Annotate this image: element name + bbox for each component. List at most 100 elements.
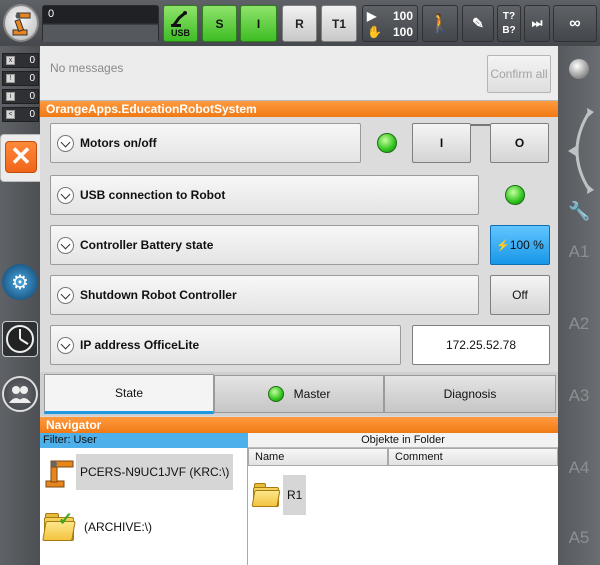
tab-bar: State Master Diagnosis (40, 372, 558, 416)
chevron-down-icon[interactable] (57, 134, 74, 152)
folder-contents: Objekte in Folder Name Comment R1 (248, 433, 558, 565)
tool-icon: ✎ (472, 15, 484, 31)
tab-state[interactable]: State (44, 374, 214, 414)
base-label: B? (502, 24, 516, 36)
ip-address-value[interactable]: 172.25.52.78 (412, 325, 550, 365)
file-item-label: R1 (283, 475, 307, 515)
battery-row[interactable]: Controller Battery state (50, 225, 479, 265)
main-area: No messages Confirm all OrangeApps.Educa… (40, 46, 558, 565)
users-glyph (9, 386, 31, 403)
app-panel: Motors on/off I O USB connection to Robo… (40, 117, 558, 372)
globe-icon[interactable] (569, 59, 589, 79)
chevron-down-icon[interactable] (57, 286, 74, 304)
configuration-gear-icon[interactable]: ⚙ (2, 264, 38, 300)
tab-diagnosis[interactable]: Diagnosis (384, 375, 556, 413)
file-item-r1[interactable]: R1 (251, 475, 307, 515)
files-title: Objekte in Folder (248, 433, 558, 448)
shutdown-label: Shutdown Robot Controller (80, 288, 237, 302)
program-run-mode-button[interactable]: 🚶 (422, 5, 458, 42)
close-icon[interactable]: ✕ (5, 141, 37, 173)
motors-off-button[interactable]: O (490, 123, 549, 163)
fast-forward-icon: ⏭ (531, 16, 543, 30)
active-tool-button[interactable]: ✎ (462, 5, 494, 42)
drives-on-button[interactable]: I (240, 5, 277, 42)
archive-folder-icon: ✓ (42, 509, 76, 541)
ip-address-row[interactable]: IP address OfficeLite (50, 325, 401, 365)
incremental-jog-button[interactable]: ⏭ (524, 5, 550, 42)
axis-a4-label[interactable]: A4 (558, 458, 600, 478)
confirm-all-button[interactable]: Confirm all (487, 55, 551, 93)
info-message-icon: i (6, 92, 15, 101)
program-status-field[interactable]: 0 (42, 5, 159, 42)
toggle-connector (471, 124, 490, 126)
tree-item-label: PCERS-N9UC1JVF (KRC:\) (76, 454, 234, 490)
ack-message-count[interactable]: x0 (2, 53, 39, 68)
tool-label: T? (502, 10, 516, 22)
shutdown-row[interactable]: Shutdown Robot Controller (50, 275, 479, 315)
robot-tool-icon[interactable]: 🔧 (568, 201, 590, 223)
robot-interpreter-button[interactable]: R (282, 5, 317, 42)
jog-override-value: 100 (392, 24, 413, 39)
master-status-led (267, 386, 284, 402)
status-value: 0 (43, 6, 158, 24)
robot-usb-icon (170, 11, 187, 27)
submit-interpreter-button[interactable]: S (202, 5, 237, 42)
folder-tree: Filter: User PCERS-N9UC1JVF (KRC:\) ✓ (A… (40, 433, 248, 565)
tree-item-archive[interactable]: ✓ (ARCHIVE:\) (40, 509, 156, 541)
usb-label: USB (170, 28, 190, 38)
battery-charge-icon: ⚡ (496, 239, 510, 252)
info-message-count[interactable]: i0 (2, 89, 39, 104)
chevron-down-icon[interactable] (57, 186, 74, 204)
play-icon: ▶ (367, 8, 377, 23)
tree-item-krc[interactable]: PCERS-N9UC1JVF (KRC:\) (40, 454, 234, 490)
axis-a2-label[interactable]: A2 (558, 314, 600, 334)
motors-label: Motors on/off (80, 136, 157, 150)
walking-person-icon: 🚶 (428, 13, 452, 33)
chevron-down-icon[interactable] (57, 336, 74, 354)
tab-master-label: Master (293, 387, 331, 401)
program-override-value: 100 (392, 8, 413, 23)
user-group-icon[interactable] (2, 376, 38, 412)
usb-connection-label: USB connection to Robot (80, 188, 226, 202)
usb-status-led (505, 185, 525, 205)
continuous-jog-button[interactable]: ∞ (553, 5, 597, 42)
left-sidebar: x0 ! 0 i0 <0 ✕ ⚙ (0, 46, 42, 565)
jog-hand-icon: ✋ (367, 24, 382, 39)
column-header-name[interactable]: Name (248, 448, 388, 466)
navigator-title: Navigator (40, 417, 558, 433)
close-app-tab[interactable]: ✕ (0, 134, 42, 182)
operating-mode-button[interactable]: T1 (321, 5, 357, 42)
main-menu-robot-button[interactable] (3, 4, 39, 42)
tab-master[interactable]: Master (214, 375, 384, 413)
tool-base-button[interactable]: T? B? (497, 5, 521, 42)
app-title: OrangeApps.EducationRobotSystem (40, 101, 558, 117)
robot-arm-icon (12, 12, 31, 36)
status-progress (43, 25, 158, 42)
state-message-icon: ! (6, 74, 15, 83)
override-speed-button[interactable]: ▶ 100 ✋ 100 (362, 5, 418, 42)
navigator-panel: Filter: User PCERS-N9UC1JVF (KRC:\) ✓ (A… (40, 433, 558, 565)
motors-status-led (377, 133, 397, 153)
wait-message-icon: < (6, 110, 15, 119)
column-header-comment[interactable]: Comment (388, 448, 558, 466)
battery-status-button[interactable]: ⚡ 100 % (490, 225, 550, 265)
message-window: No messages Confirm all (40, 46, 558, 101)
usb-robot-button[interactable]: USB (163, 5, 198, 42)
no-messages-text: No messages (50, 61, 124, 75)
chevron-down-icon[interactable] (57, 236, 74, 254)
axis-a5-label[interactable]: A5 (558, 528, 600, 548)
right-jog-sidebar: 🔧 A1 A2 A3 A4 A5 (558, 46, 600, 565)
axis-a1-label[interactable]: A1 (558, 242, 600, 262)
clock-icon[interactable] (2, 321, 38, 357)
ack-message-icon: x (6, 56, 15, 65)
jog-ring-icon[interactable] (562, 106, 596, 196)
state-message-count[interactable]: ! 0 (2, 71, 39, 86)
motors-on-button[interactable]: I (412, 123, 471, 163)
shutdown-off-button[interactable]: Off (490, 275, 550, 315)
clock-face (6, 325, 34, 353)
usb-connection-row[interactable]: USB connection to Robot (50, 175, 479, 215)
axis-a3-label[interactable]: A3 (558, 386, 600, 406)
wait-message-count[interactable]: <0 (2, 107, 39, 122)
filter-bar[interactable]: Filter: User (40, 433, 248, 448)
motors-row[interactable]: Motors on/off (50, 123, 361, 163)
